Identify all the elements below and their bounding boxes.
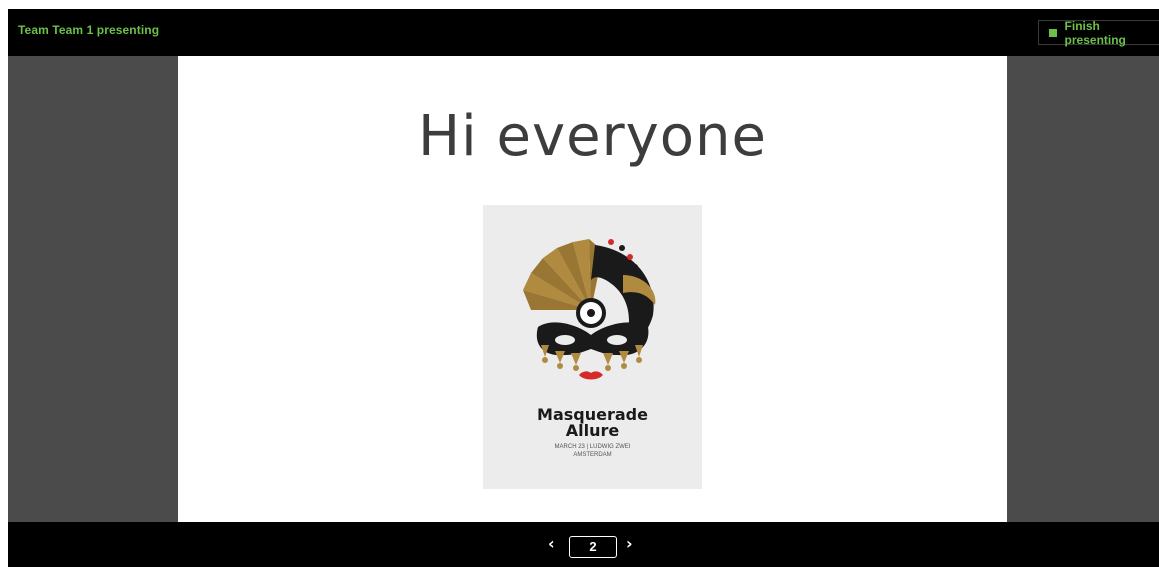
slide-title: Hi everyone — [418, 104, 767, 169]
poster-title-line2: Allure — [565, 421, 620, 440]
decor-dot — [627, 254, 633, 260]
fringe-triangle — [619, 351, 629, 363]
chevron-right-icon[interactable]: › — [626, 534, 633, 553]
page-number-box[interactable]: 2 — [569, 536, 617, 558]
slide-canvas: Hi everyone Masquerade Allure MARCH 23 |… — [178, 56, 1007, 522]
decor-dot — [619, 245, 625, 251]
fringe-bead — [636, 357, 642, 363]
fringe-bead — [557, 363, 563, 369]
mask-eye-left — [555, 335, 575, 345]
finish-presenting-label: Finish presenting — [1064, 18, 1126, 47]
presenting-status: Team Team 1 presenting — [18, 23, 160, 37]
top-bar: Team Team 1 presenting Finish presenting — [8, 9, 1159, 56]
presentation-viewer: Team Team 1 presenting Finish presenting… — [8, 9, 1159, 567]
bottom-bar: ‹ 2 › — [8, 522, 1159, 567]
poster-subtitle-line1: MARCH 23 | LUDWIG ZWEI — [554, 444, 631, 450]
fringe-triangle — [571, 353, 581, 365]
fringe-bead — [605, 365, 611, 371]
stop-icon — [1049, 28, 1057, 37]
poster-title: Masquerade Allure — [483, 407, 702, 439]
decor-dot — [632, 264, 638, 270]
chevron-left-icon[interactable]: ‹ — [548, 534, 555, 553]
poster-image: Masquerade Allure MARCH 23 | LUDWIG ZWEI… — [483, 205, 702, 489]
mask-lips — [579, 371, 603, 380]
poster-subtitle: MARCH 23 | LUDWIG ZWEI AMSTERDAM — [483, 443, 702, 459]
finish-presenting-button[interactable]: Finish presenting — [1038, 18, 1159, 47]
fringe-bead — [542, 357, 548, 363]
fringe-bead — [573, 365, 579, 371]
flower-center — [587, 309, 595, 317]
masquerade-mask-illustration — [523, 239, 656, 380]
fringe-triangle — [555, 351, 565, 363]
mask-eye-right — [607, 335, 627, 345]
fringe-bead — [621, 363, 627, 369]
poster-subtitle-line2: AMSTERDAM — [573, 452, 612, 458]
decor-dot — [608, 239, 614, 245]
fringe-triangle — [603, 353, 613, 365]
